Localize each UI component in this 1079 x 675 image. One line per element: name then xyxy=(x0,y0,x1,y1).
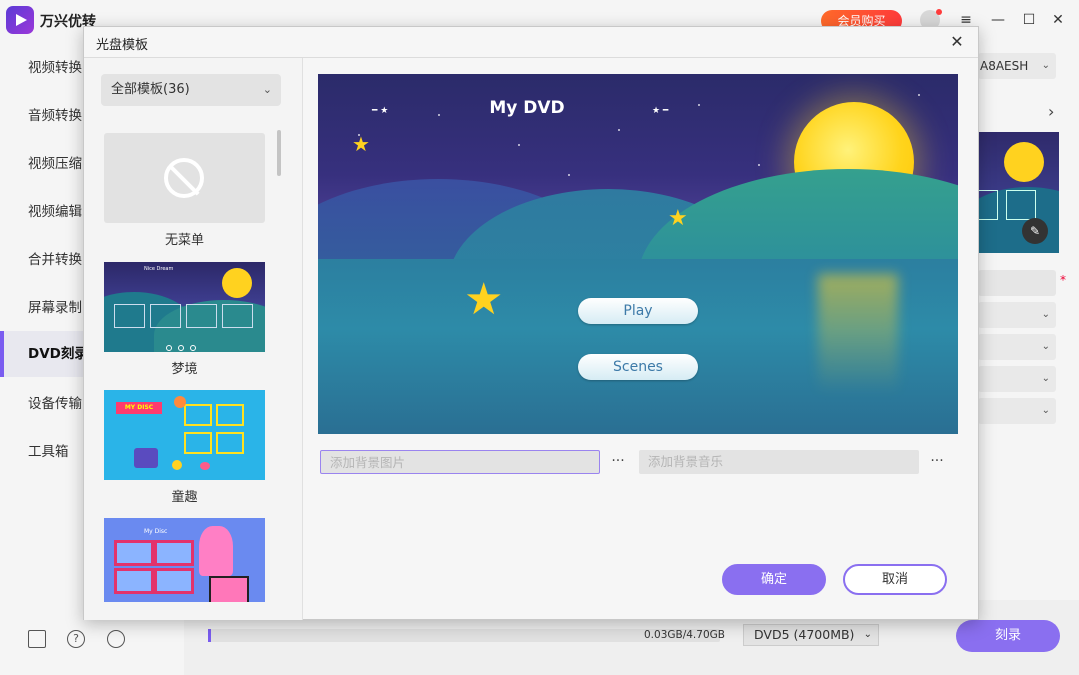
template-thumbnail: My Disc xyxy=(104,518,265,602)
star-icon: ★ xyxy=(668,206,688,231)
template-preview: ★ ★ ★ ━ ★ ★ ━ My DVD Play Scenes xyxy=(318,74,958,434)
dialog-title: 光盘模板 xyxy=(96,38,149,53)
thumbnail-frame xyxy=(222,304,253,328)
thumbnail-frame xyxy=(184,432,212,454)
menu-thumbnail[interactable]: ✎ xyxy=(978,132,1059,253)
thumbnail-title: MY DISC xyxy=(116,402,162,414)
option-select[interactable]: ⌄ xyxy=(978,334,1056,360)
background-image-input[interactable]: 添加背景图片 xyxy=(320,450,600,474)
background-music-input[interactable]: 添加背景音乐 xyxy=(639,450,919,474)
disc-type-value: DVD5 (4700MB) xyxy=(754,627,855,642)
chevron-down-icon: ⌄ xyxy=(1041,60,1050,71)
thumbnail-frame xyxy=(184,404,212,426)
close-icon[interactable]: ✕ xyxy=(948,33,966,51)
character-figure xyxy=(199,526,233,576)
cancel-button[interactable]: 取消 xyxy=(843,564,947,595)
decor-shape xyxy=(200,462,210,470)
moon-shape xyxy=(1004,142,1044,182)
thumbnail-frame xyxy=(114,304,145,328)
tv-shape xyxy=(209,576,249,602)
chevron-down-icon: ⌄ xyxy=(1041,405,1050,416)
star-dot xyxy=(518,144,520,146)
more-options-button[interactable]: ··· xyxy=(927,450,947,474)
no-menu-icon xyxy=(164,158,204,198)
device-select[interactable]: A8AESH ⌄ xyxy=(978,53,1056,79)
disc-type-select[interactable]: DVD5 (4700MB) ⌄ xyxy=(743,624,879,646)
minimize-icon[interactable]: — xyxy=(988,10,1008,30)
thumbnail-frame xyxy=(216,432,244,454)
thumbnail-frame xyxy=(154,540,194,566)
chevron-right-icon[interactable]: › xyxy=(1048,102,1054,121)
thumbnail-frame xyxy=(154,568,194,594)
scrollbar[interactable] xyxy=(277,130,281,176)
star-dot xyxy=(618,129,620,131)
chevron-down-icon: ⌄ xyxy=(1041,309,1050,320)
input-field[interactable] xyxy=(978,270,1056,296)
star-dot xyxy=(918,94,920,96)
moon-reflection xyxy=(818,274,898,394)
template-item-disc[interactable]: My Disc xyxy=(104,518,265,602)
star-icon: ★ xyxy=(464,274,504,325)
thumbnail-title: Nice Dream xyxy=(144,266,174,272)
disc-template-dialog: 光盘模板 ✕ 全部模板(36) ⌄ 无菜单 Nice Dream 梦境 MY D… xyxy=(83,26,979,620)
chevron-down-icon: ⌄ xyxy=(863,629,872,640)
thumbnail-frame xyxy=(1006,190,1036,220)
chevron-down-icon: ⌄ xyxy=(1041,373,1050,384)
option-select[interactable]: ⌄ xyxy=(978,398,1056,424)
thumbnail-frame xyxy=(150,304,181,328)
moon-shape xyxy=(222,268,252,298)
decor-shape xyxy=(174,396,186,408)
thumbnail-title: My Disc xyxy=(144,528,168,535)
device-select-value: A8AESH xyxy=(980,59,1029,73)
preview-disc-title: My DVD xyxy=(489,98,565,118)
thumbnail-frame xyxy=(978,190,998,220)
star-dot xyxy=(568,174,570,176)
app-logo-icon xyxy=(6,6,34,34)
template-label: 梦境 xyxy=(171,362,198,377)
preview-scenes-button: Scenes xyxy=(578,354,698,380)
right-panel: A8AESH ⌄ › ✎ * ⌄ ⌄ ⌄ ⌄ xyxy=(978,40,1079,600)
template-thumbnail xyxy=(104,133,265,223)
option-select[interactable]: ⌄ xyxy=(978,366,1056,392)
help-icon[interactable]: ? xyxy=(67,630,85,648)
disc-capacity-text: 0.03GB/4.70GB xyxy=(644,629,725,641)
template-label: 童趣 xyxy=(171,490,198,505)
confirm-button[interactable]: 确定 xyxy=(722,564,826,595)
tv-shape xyxy=(134,448,158,468)
close-window-icon[interactable]: ✕ xyxy=(1048,10,1068,30)
chevron-down-icon: ⌄ xyxy=(262,83,272,96)
book-icon[interactable] xyxy=(28,630,46,648)
thumbnail-frame xyxy=(216,404,244,426)
required-star: * xyxy=(1060,273,1066,287)
thumbnail-frame xyxy=(186,304,217,328)
template-label: 无菜单 xyxy=(164,233,204,248)
maximize-icon[interactable]: ☐ xyxy=(1019,10,1039,30)
notification-dot xyxy=(936,9,942,15)
thumbnail-frame xyxy=(114,568,154,594)
option-select[interactable]: ⌄ xyxy=(978,302,1056,328)
users-icon[interactable] xyxy=(107,630,125,648)
nav-dots xyxy=(166,340,206,351)
preview-play-button: Play xyxy=(578,298,698,324)
thumbnail-frame xyxy=(114,540,154,566)
chevron-down-icon: ⌄ xyxy=(1041,341,1050,352)
template-filter-select[interactable]: 全部模板(36) ⌄ xyxy=(101,74,281,106)
decor-shape xyxy=(172,460,182,470)
template-thumbnail: Nice Dream xyxy=(104,262,265,352)
star-icon: ★ xyxy=(352,132,370,156)
disc-capacity-fill xyxy=(208,629,212,642)
edit-icon[interactable]: ✎ xyxy=(1022,218,1048,244)
template-list-panel: 全部模板(36) ⌄ 无菜单 Nice Dream 梦境 MY DISC 童趣 … xyxy=(84,58,303,620)
burn-button[interactable]: 刻录 xyxy=(956,620,1060,652)
template-thumbnail: MY DISC xyxy=(104,390,265,480)
star-dot xyxy=(758,164,760,166)
template-filter-value: 全部模板(36) xyxy=(111,82,190,97)
more-options-button[interactable]: ··· xyxy=(608,450,628,474)
